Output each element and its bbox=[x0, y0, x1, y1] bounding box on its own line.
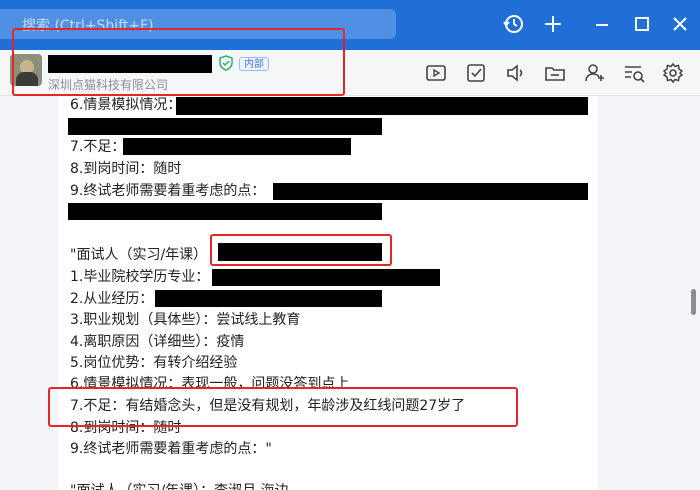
task-icon[interactable] bbox=[463, 60, 489, 86]
redaction-bar bbox=[212, 269, 440, 286]
scrollbar-thumb[interactable] bbox=[691, 289, 696, 315]
minimize-icon[interactable] bbox=[588, 10, 616, 38]
content-line-15: "面试人（实习/年课）：李淑月 海边 bbox=[70, 482, 289, 490]
settings-icon[interactable] bbox=[660, 60, 686, 86]
content-line-2: 7.不足： bbox=[70, 139, 126, 155]
content-line-7: 2.从业经历： bbox=[70, 291, 154, 307]
redaction-bar bbox=[155, 290, 382, 307]
content-line-3: 8.到岗时间：随时 bbox=[70, 161, 182, 177]
folder-icon[interactable] bbox=[542, 60, 568, 86]
content-line-4: 9.终试老师需要着重考虑的点： bbox=[70, 183, 266, 199]
maximize-icon[interactable] bbox=[628, 10, 656, 38]
video-icon[interactable] bbox=[423, 60, 449, 86]
highlight-box-name bbox=[210, 234, 392, 266]
redaction-bar bbox=[123, 138, 351, 155]
highlight-box-header bbox=[12, 28, 345, 96]
history-icon[interactable] bbox=[500, 10, 528, 38]
content-line-6: 1.毕业院校学历专业： bbox=[70, 269, 210, 285]
content-line-8: 3.职业规划（具体些）：尝试线上教育 bbox=[70, 312, 301, 328]
highlight-box-shortcoming bbox=[48, 387, 518, 427]
add-member-icon[interactable] bbox=[582, 60, 608, 86]
voice-icon[interactable] bbox=[503, 60, 529, 86]
redaction-bar bbox=[176, 97, 588, 115]
content-line-14: 9.终试老师需要着重考虑的点：" bbox=[70, 441, 272, 457]
content-line-5: "面试人（实习/年课） bbox=[70, 247, 208, 263]
redaction-bar bbox=[68, 118, 382, 135]
content-line-9: 4.离职原因（详细些）：疫情 bbox=[70, 334, 245, 350]
plus-icon[interactable] bbox=[539, 10, 567, 38]
content-line-10: 5.岗位优势：有转介绍经验 bbox=[70, 355, 238, 371]
redaction-bar bbox=[273, 183, 588, 200]
content-line-1: 6.情景模拟情况： bbox=[70, 97, 182, 113]
redaction-bar bbox=[68, 203, 382, 220]
close-icon[interactable] bbox=[666, 10, 694, 38]
search-records-icon[interactable] bbox=[621, 60, 647, 86]
